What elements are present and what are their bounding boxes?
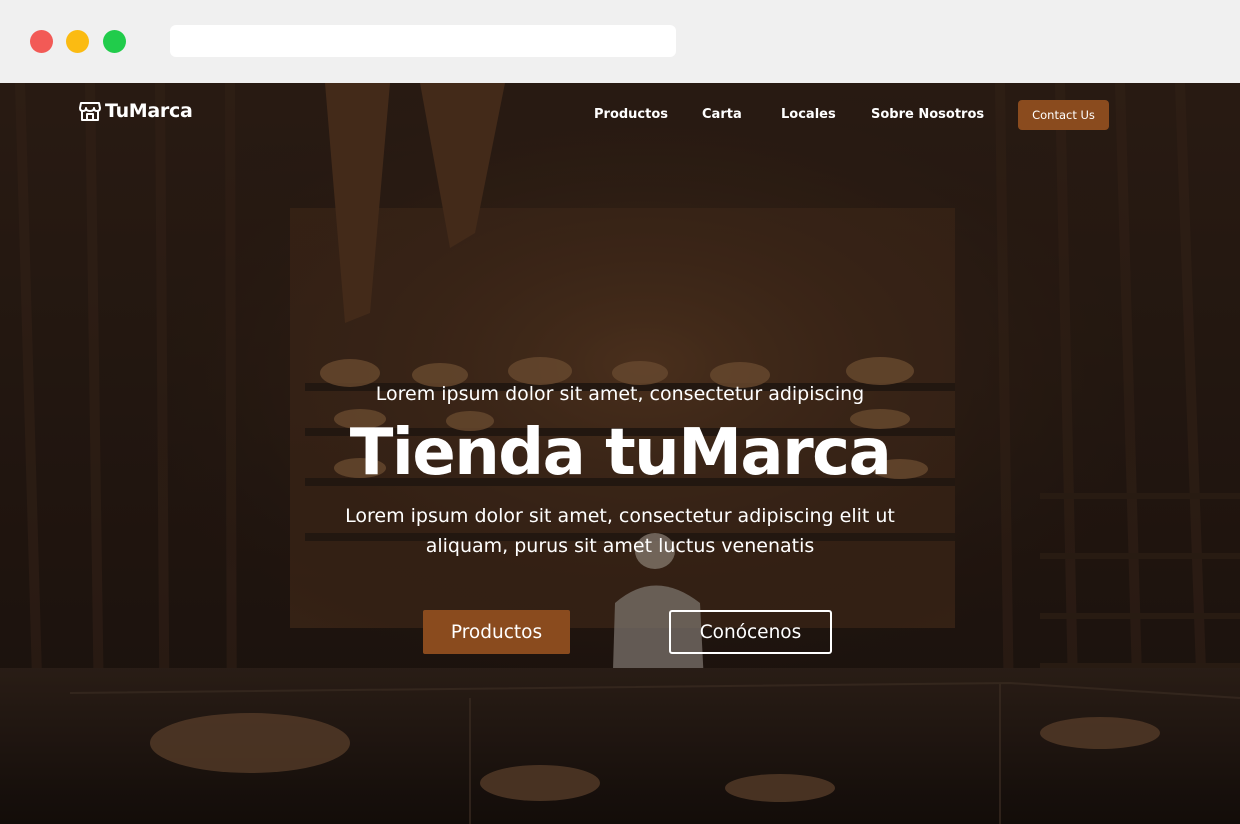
address-bar[interactable] [170, 25, 676, 57]
nav-link-carta[interactable]: Carta [702, 107, 742, 122]
storefront-icon [79, 102, 101, 121]
nav-link-locales[interactable]: Locales [781, 107, 836, 122]
top-navigation: TuMarca Productos Carta Locales Sobre No… [0, 83, 1240, 147]
hero-subtitle: Lorem ipsum dolor sit amet, consectetur … [345, 505, 895, 557]
brand-name: TuMarca [105, 100, 193, 122]
close-window-button[interactable] [30, 30, 53, 53]
about-us-button[interactable]: Conócenos [669, 610, 832, 654]
hero-section: TuMarca Productos Carta Locales Sobre No… [0, 83, 1240, 824]
brand-logo[interactable]: TuMarca [78, 97, 193, 125]
contact-us-button[interactable]: Contact Us [1018, 100, 1109, 130]
products-button[interactable]: Productos [423, 610, 570, 654]
maximize-window-button[interactable] [103, 30, 126, 53]
nav-link-productos[interactable]: Productos [594, 107, 668, 122]
hero-kicker: Lorem ipsum dolor sit amet, consectetur … [375, 383, 865, 405]
nav-link-sobre-nosotros[interactable]: Sobre Nosotros [871, 107, 984, 122]
browser-chrome [0, 0, 1240, 83]
hero-title: Tienda tuMarca [349, 416, 892, 490]
minimize-window-button[interactable] [66, 30, 89, 53]
